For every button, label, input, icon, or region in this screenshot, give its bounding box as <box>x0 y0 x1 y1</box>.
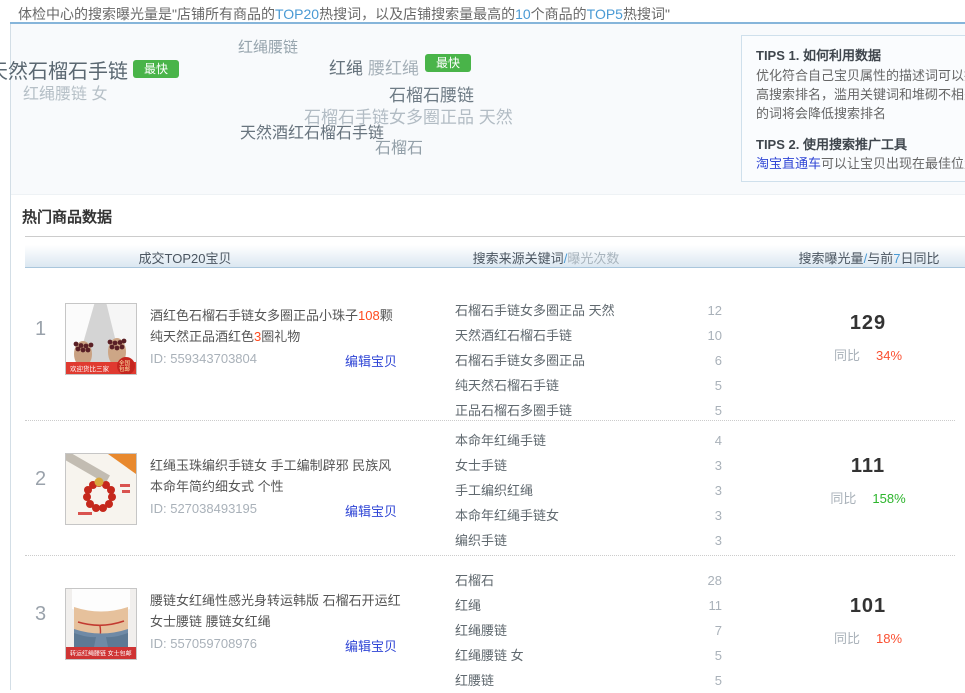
product-title: 酒红色石榴石手链女多圈正品小珠子108颗纯天然正品酒红色3圈礼物 <box>150 305 402 347</box>
keyword-count: 5 <box>715 668 722 693</box>
keyword-count: 5 <box>715 643 722 668</box>
col-header-keywords: 搜索来源关键词/曝光次数 <box>416 248 676 267</box>
page-note: 体检中心的搜索曝光量是"店铺所有商品的TOP20热搜词，以及店铺搜索量最高的10… <box>18 4 670 24</box>
tips2-title: TIPS 2. 使用搜索推广工具 <box>756 136 965 154</box>
tips1-title: TIPS 1. 如何利用数据 <box>756 47 965 65</box>
table-row: 1 欢迎货比三家 全国 包邮 酒红色石榴石手链女多圈正品小珠子108颗纯天然正品… <box>25 270 955 421</box>
rank-number: 2 <box>35 468 46 491</box>
exposure-value: 111 <box>790 455 946 478</box>
red-bead-bracelet-photo-placeholder <box>66 454 136 524</box>
ztc-link[interactable]: 淘宝直通车 <box>756 156 821 171</box>
keyword-row: 女士手链3 <box>455 453 722 478</box>
bracelet-photo-placeholder: 欢迎货比三家 全国 包邮 <box>66 304 136 374</box>
keyword-row: 纯天然石榴石手链5 <box>455 373 722 398</box>
keyword-count: 11 <box>709 593 723 618</box>
product-image: 欢迎货比三家 全国 包邮 <box>65 303 137 375</box>
exposure-value: 129 <box>790 312 946 335</box>
yoy-label: 同比 <box>830 491 856 506</box>
cloud-keyword: 红绳腰链 女 <box>23 80 107 104</box>
tips1-body: 优化符合自己宝贝属性的描述词可以提高搜索排名，滥用关键词和堆砌不相关的词将会降低… <box>756 66 965 123</box>
product-id: ID: 527038493195 <box>150 501 257 516</box>
keyword-list: 本命年红绳手链4 女士手链3 手工编织红绳3 本命年红绳手链女3 编织手链3 <box>455 428 722 553</box>
keyword-row: 红腰链5 <box>455 668 722 693</box>
svg-text:转运红绳腰链 女士包邮: 转运红绳腰链 女士包邮 <box>70 650 132 658</box>
yoy-label: 同比 <box>834 348 860 363</box>
product-image: 转运红绳腰链 女士包邮 <box>65 588 137 660</box>
exposure-value: 101 <box>790 595 946 618</box>
keyword-row: 红绳11 <box>455 593 722 618</box>
keyword-row: 天然酒红石榴石手链10 <box>455 323 722 348</box>
rank-number: 1 <box>35 318 46 341</box>
edit-item-link[interactable]: 编辑宝贝 <box>345 351 397 370</box>
edit-item-link[interactable]: 编辑宝贝 <box>345 501 397 520</box>
keyword-list: 石榴石手链女多圈正品 天然12 天然酒红石榴石手链10 石榴石手链女多圈正品6 … <box>455 298 722 423</box>
keyword-count: 3 <box>715 478 722 503</box>
product-title: 腰链女红绳性感光身转运韩版 石榴石开运红女士腰链 腰链女红绳 <box>150 590 402 632</box>
cloud-keyword: 天然酒红石榴石手链 <box>240 119 384 143</box>
table-row: 3 转运红绳腰链 女士包邮 腰链女红绳性感光身转运韩版 石榴石开运红女士腰链 腰… <box>25 555 955 690</box>
svg-text:欢迎货比三家: 欢迎货比三家 <box>70 364 110 373</box>
keyword-count: 4 <box>715 428 722 453</box>
keyword-count: 28 <box>708 568 722 593</box>
cloud-keyword: 红绳 <box>329 54 363 79</box>
exposure-block: 129 同比 34% <box>790 312 946 364</box>
cloud-keyword: 石榴石 <box>375 134 423 158</box>
table-header: 成交TOP20宝贝 搜索来源关键词/曝光次数 搜索曝光量/与前7日同比 <box>25 245 965 268</box>
col-header-exposure: 搜索曝光量/与前7日同比 <box>791 248 947 267</box>
keyword-count: 5 <box>715 373 722 398</box>
keyword-row: 本命年红绳手链女3 <box>455 503 722 528</box>
keyword-row: 红绳腰链7 <box>455 618 722 643</box>
product-id: ID: 559343703804 <box>150 351 257 366</box>
keyword-row: 手工编织红绳3 <box>455 478 722 503</box>
section-title: 热门商品数据 <box>22 206 112 227</box>
keyword-count: 7 <box>715 618 722 643</box>
table-row: 2 红绳玉珠编织手链女 手工编制辟邪 民族风本命年简约细女式 个性 ID: 52… <box>25 420 955 556</box>
yoy-value: 18% <box>876 631 902 646</box>
edit-item-link[interactable]: 编辑宝贝 <box>345 636 397 655</box>
product-id: ID: 557059708976 <box>150 636 257 651</box>
keyword-row: 石榴石28 <box>455 568 722 593</box>
exposure-block: 101 同比 18% <box>790 595 946 647</box>
keyword-count: 10 <box>708 323 722 348</box>
yoy-value: 158% <box>872 491 905 506</box>
svg-text:全国: 全国 <box>119 359 131 367</box>
product-image <box>65 453 137 525</box>
keyword-list: 石榴石28 红绳11 红绳腰链7 红绳腰链 女5 红腰链5 <box>455 568 722 693</box>
keyword-count: 6 <box>715 348 722 373</box>
keyword-row: 本命年红绳手链4 <box>455 428 722 453</box>
keyword-count: 3 <box>715 503 722 528</box>
keyword-row: 石榴石手链女多圈正品 天然12 <box>455 298 722 323</box>
keyword-count: 3 <box>715 528 722 553</box>
svg-text:包邮: 包邮 <box>119 365 131 373</box>
product-title: 红绳玉珠编织手链女 手工编制辟邪 民族风本命年简约细女式 个性 <box>150 455 402 497</box>
fastest-badge: 最快 <box>133 60 179 78</box>
yoy-label: 同比 <box>834 631 860 646</box>
keyword-row: 红绳腰链 女5 <box>455 643 722 668</box>
cloud-keyword: 红绳腰链 <box>238 36 298 57</box>
yoy-value: 34% <box>876 348 902 363</box>
keyword-count: 3 <box>715 453 722 478</box>
cloud-keyword: 腰红绳 <box>368 54 419 79</box>
tips-panel: TIPS 1. 如何利用数据 优化符合自己宝贝属性的描述词可以提高搜索排名，滥用… <box>741 35 965 182</box>
waist-chain-photo-placeholder: 转运红绳腰链 女士包邮 <box>66 589 136 659</box>
section-divider <box>25 236 965 237</box>
keyword-cloud-panel: 红绳腰链 红绳 腰红绳 天然石榴石手链 最快 红绳腰链 女 最快 石榴石腰链 石… <box>11 24 965 195</box>
fastest-badge: 最快 <box>425 54 471 72</box>
exposure-block: 111 同比 158% <box>790 455 946 507</box>
keyword-row: 石榴石手链女多圈正品6 <box>455 348 722 373</box>
rank-number: 3 <box>35 603 46 626</box>
tips2-rest: 可以让宝贝出现在最佳位置 <box>821 156 965 171</box>
keyword-count: 12 <box>708 298 722 323</box>
col-header-top20: 成交TOP20宝贝 <box>25 248 345 267</box>
keyword-row: 编织手链3 <box>455 528 722 553</box>
